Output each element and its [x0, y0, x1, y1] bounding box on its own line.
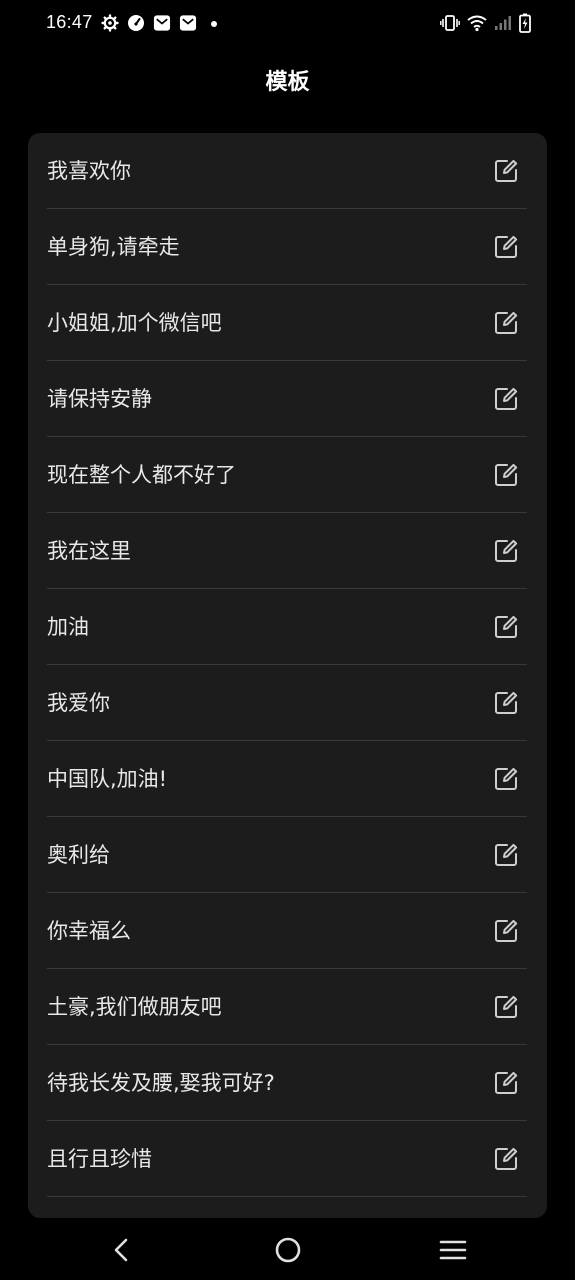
- navigation-bar: [0, 1220, 575, 1280]
- gear-icon: [101, 14, 119, 32]
- template-label: 且行且珍惜: [47, 1147, 152, 1171]
- back-icon: [114, 1238, 128, 1262]
- edit-icon[interactable]: [493, 1146, 519, 1172]
- page-title: 模板: [265, 70, 310, 95]
- template-list-item[interactable]: 我在这里: [47, 513, 527, 589]
- signal-icon: [494, 14, 512, 32]
- menu-button[interactable]: [437, 1234, 469, 1266]
- template-label: 单身狗,请牵走: [47, 235, 180, 259]
- edit-icon[interactable]: [493, 310, 519, 336]
- template-list-item[interactable]: 待我长发及腰,娶我可好?: [47, 1045, 527, 1121]
- template-list-item[interactable]: 我爱你: [47, 665, 527, 741]
- template-label: 小姐姐,加个微信吧: [47, 311, 222, 335]
- edit-icon[interactable]: [493, 918, 519, 944]
- edit-icon[interactable]: [493, 994, 519, 1020]
- back-button[interactable]: [106, 1234, 138, 1266]
- speedometer-icon: [127, 14, 145, 32]
- template-list-item[interactable]: 小姐姐,加个微信吧: [47, 285, 527, 361]
- mail-icon: [153, 14, 171, 32]
- template-list-card: 我喜欢你单身狗,请牵走小姐姐,加个微信吧 请保持安静现在整个人都不好了 我在这里加油…: [28, 133, 547, 1218]
- menu-icon: [439, 1240, 467, 1260]
- template-label: 我喜欢你: [47, 159, 131, 183]
- edit-icon[interactable]: [493, 538, 519, 564]
- template-label: 中国队,加油!: [47, 767, 168, 791]
- template-list-item[interactable]: 单身狗,请牵走: [47, 209, 527, 285]
- status-notification-icons: [101, 13, 223, 33]
- template-list-item[interactable]: 我喜欢你: [47, 133, 527, 209]
- edit-icon[interactable]: [493, 614, 519, 640]
- template-list-item[interactable]: 奥利给: [47, 817, 527, 893]
- template-label: 加油: [47, 615, 89, 639]
- home-icon: [275, 1237, 301, 1263]
- template-label: 土豪,我们做朋友吧: [47, 995, 222, 1019]
- template-label: 我在这里: [47, 539, 131, 563]
- template-list-item[interactable]: 现在整个人都不好了: [47, 437, 527, 513]
- edit-icon[interactable]: [493, 1070, 519, 1096]
- template-label: 你幸福么: [47, 919, 131, 943]
- battery-charging-icon: [519, 13, 531, 33]
- template-label: 请保持安静: [47, 387, 152, 411]
- mail-icon: [179, 14, 197, 32]
- edit-icon[interactable]: [493, 842, 519, 868]
- vibrate-icon: [440, 14, 460, 32]
- template-list-item[interactable]: 请保持安静: [47, 361, 527, 437]
- edit-icon[interactable]: [493, 766, 519, 792]
- edit-icon[interactable]: [493, 158, 519, 184]
- template-list-item[interactable]: 加油: [47, 589, 527, 665]
- edit-icon[interactable]: [493, 462, 519, 488]
- template-label: 奥利给: [47, 843, 110, 867]
- template-label: 我爱你: [47, 691, 110, 715]
- status-time: 16:47: [46, 12, 93, 32]
- dot-icon: [205, 14, 223, 32]
- edit-icon[interactable]: [493, 690, 519, 716]
- edit-icon[interactable]: [493, 386, 519, 412]
- template-list-item[interactable]: 土豪,我们做朋友吧: [47, 969, 527, 1045]
- status-bar: 16:47: [0, 0, 575, 46]
- edit-icon[interactable]: [493, 234, 519, 260]
- template-list-item[interactable]: 你幸福么: [47, 893, 527, 969]
- status-system-icons: [440, 12, 531, 34]
- template-list: 我喜欢你单身狗,请牵走小姐姐,加个微信吧 请保持安静现在整个人都不好了 我在这里加油…: [28, 133, 547, 1197]
- template-label: 现在整个人都不好了: [47, 463, 236, 487]
- home-button[interactable]: [272, 1234, 304, 1266]
- wifi-icon: [467, 14, 487, 32]
- template-label: 待我长发及腰,娶我可好?: [47, 1071, 275, 1095]
- template-list-item[interactable]: 且行且珍惜: [47, 1121, 527, 1197]
- template-list-item[interactable]: 中国队,加油!: [47, 741, 527, 817]
